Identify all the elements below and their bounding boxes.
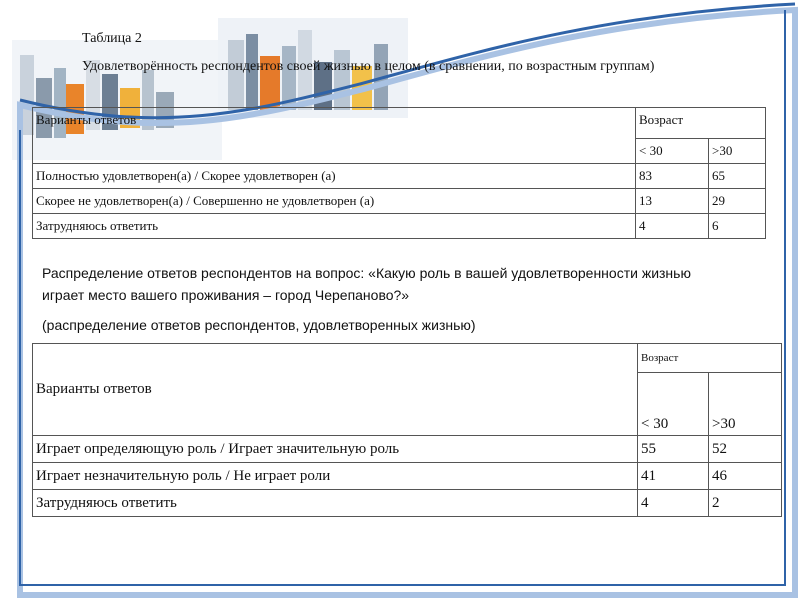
row-label: Затрудняюсь ответить [32, 213, 636, 239]
cell-over-30: 2 [708, 489, 782, 517]
answer-options-header: Варианты ответов [32, 343, 638, 436]
answer-options-header: Варианты ответов [32, 107, 636, 164]
table-row: Затрудняюсь ответить 4 6 [32, 213, 766, 239]
residence-role-table: Варианты ответов Возраст < 30 >30 Играет… [32, 343, 782, 517]
cell-over-30: 65 [708, 163, 766, 189]
table1-caption: Таблица 2 [82, 31, 142, 46]
cell-under-30: 83 [635, 163, 709, 189]
table-header-row: Варианты ответов Возраст [32, 343, 782, 436]
row-label: Играет определяющую роль / Играет значит… [32, 435, 638, 463]
table-row: Затрудняюсь ответить 4 2 [32, 489, 782, 517]
table2-title: Распределение ответов респондентов на во… [42, 265, 691, 303]
cell-under-30: 41 [637, 462, 709, 490]
age-over-30-header: >30 [708, 138, 766, 164]
row-label: Играет незначительную роль / Не играет р… [32, 462, 638, 490]
table-header-row: Варианты ответов Возраст [32, 107, 766, 164]
age-over-30-header: >30 [708, 372, 782, 436]
cell-over-30: 52 [708, 435, 782, 463]
row-label: Скорее не удовлетворен(а) / Совершенно н… [32, 188, 636, 214]
age-header: Возраст [635, 107, 766, 139]
table1-title: Удовлетворённость респондентов своей жиз… [82, 59, 655, 74]
table-row: Играет определяющую роль / Играет значит… [32, 435, 782, 463]
cell-under-30: 13 [635, 188, 709, 214]
cell-under-30: 55 [637, 435, 709, 463]
table-row: Играет незначительную роль / Не играет р… [32, 462, 782, 490]
cell-under-30: 4 [635, 213, 709, 239]
satisfaction-table: Варианты ответов Возраст < 30 >30 Полнос… [32, 107, 766, 239]
age-under-30-header: < 30 [637, 372, 709, 436]
cell-over-30: 46 [708, 462, 782, 490]
cell-over-30: 29 [708, 188, 766, 214]
age-under-30-header: < 30 [635, 138, 709, 164]
row-label: Полностью удовлетворен(а) / Скорее удовл… [32, 163, 636, 189]
table-row: Скорее не удовлетворен(а) / Совершенно н… [32, 188, 766, 214]
row-label: Затрудняюсь ответить [32, 489, 638, 517]
table2-subtitle: (распределение ответов респондентов, удо… [42, 317, 476, 333]
table-row: Полностью удовлетворен(а) / Скорее удовл… [32, 163, 766, 189]
cell-over-30: 6 [708, 213, 766, 239]
cell-under-30: 4 [637, 489, 709, 517]
age-header: Возраст [637, 343, 782, 373]
